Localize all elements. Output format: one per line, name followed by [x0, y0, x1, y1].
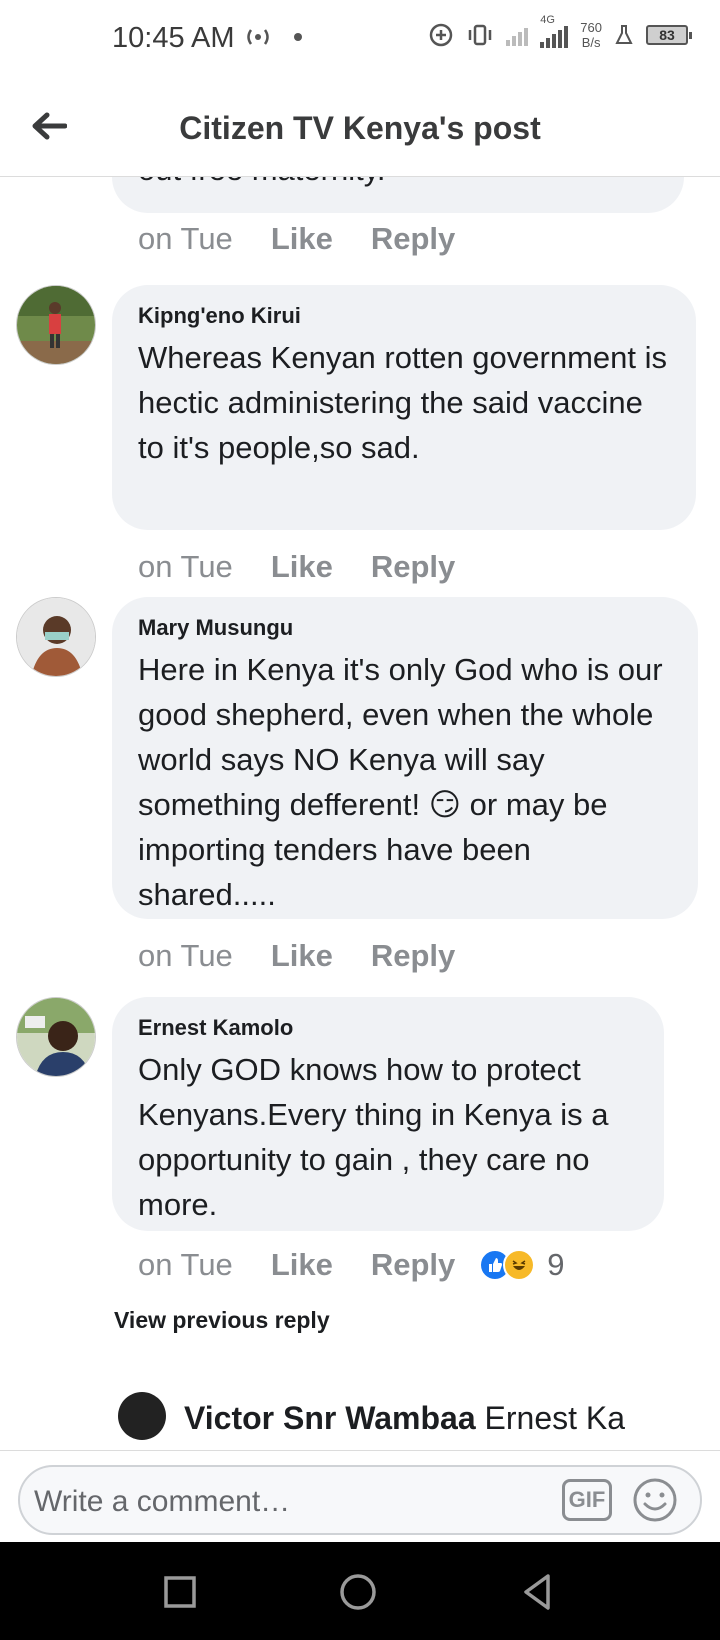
avatar[interactable]: [16, 285, 96, 365]
app-header: Citizen TV Kenya's post: [0, 82, 720, 177]
comment-author[interactable]: Kipng'eno Kirui: [138, 303, 670, 329]
view-previous-reply-link[interactable]: View previous reply: [114, 1307, 330, 1334]
comments-feed[interactable]: out free maternity. on Tue Like Reply Ki…: [0, 177, 720, 1450]
back-nav-button[interactable]: [516, 1570, 560, 1614]
haha-icon: [503, 1249, 536, 1281]
square-icon: [164, 1576, 196, 1608]
avatar-image: [17, 998, 95, 1076]
reply-button[interactable]: Reply: [371, 1247, 455, 1283]
comment-composer: Write a comment… GIF: [0, 1450, 720, 1542]
avatar-image: [17, 286, 95, 364]
reply-button[interactable]: Reply: [371, 938, 455, 974]
flask-icon: [615, 25, 633, 44]
status-system-icons: 4G 760 B/s 83: [428, 14, 692, 50]
status-time: 10:45 AM: [112, 22, 235, 54]
vibrate-icon: [469, 24, 492, 46]
comment-input[interactable]: Write a comment… GIF: [18, 1465, 702, 1535]
triangle-back-icon: [524, 1574, 550, 1610]
comment-bubble: Mary Musungu Here in Kenya it's only God…: [112, 597, 698, 919]
page-title: Citizen TV Kenya's post: [179, 110, 541, 146]
comment-author[interactable]: Ernest Kamolo: [138, 1015, 638, 1041]
comment-actions: on Tue Like Reply: [138, 221, 455, 257]
avatar[interactable]: [16, 597, 96, 677]
like-button[interactable]: Like: [271, 549, 333, 585]
comment-text: Here in Kenya it's only God who is our g…: [138, 647, 672, 917]
emoji-button[interactable]: [632, 1477, 678, 1523]
comment-actions: on Tue Like Reply 9: [138, 1247, 565, 1283]
reply-button[interactable]: Reply: [371, 221, 455, 257]
comment-actions: on Tue Like Reply: [138, 549, 455, 585]
circle-icon: [340, 1574, 376, 1610]
signal-sim2-icon: 4G: [540, 14, 569, 48]
like-button[interactable]: Like: [271, 938, 333, 974]
network-speed-value: 760: [580, 20, 602, 35]
status-bar: 10:45 AM 4G 760 B/s 83: [0, 0, 720, 82]
avatar[interactable]: [118, 1392, 166, 1440]
comment-text: Only GOD knows how to protect Kenyans.Ev…: [138, 1052, 609, 1222]
comment-time: on Tue: [138, 549, 233, 584]
system-navigation-bar: [0, 1542, 720, 1640]
dot-icon: [294, 33, 302, 41]
reply-button[interactable]: Reply: [371, 549, 455, 585]
reply-body: Ernest Ka: [484, 1400, 626, 1436]
status-notification-icons: [243, 26, 303, 48]
battery-indicator: 83: [646, 25, 692, 45]
smiley-icon: [633, 1478, 677, 1522]
home-button[interactable]: [336, 1570, 380, 1614]
comment-actions: on Tue Like Reply: [138, 938, 455, 974]
reply-item: Victor Snr Wambaa Ernest Ka: [118, 1390, 625, 1450]
comment-bubble: Ernest Kamolo Only GOD knows how to prot…: [112, 997, 664, 1231]
signal-sim1-icon: [506, 24, 529, 46]
recents-button[interactable]: [158, 1570, 202, 1614]
network-speed: 760 B/s: [580, 20, 602, 50]
comment-time: on Tue: [138, 938, 233, 973]
comment-time: on Tue: [138, 221, 233, 256]
comment-input-placeholder: Write a comment…: [34, 1485, 291, 1518]
reaction-summary[interactable]: 9: [479, 1247, 565, 1283]
avatar[interactable]: [16, 997, 96, 1077]
network-type-label: 4G: [540, 14, 555, 26]
comment-bubble: out free maternity.: [112, 177, 684, 213]
comment-text: out free maternity.: [138, 177, 386, 192]
data-saver-icon: [430, 23, 453, 47]
like-button[interactable]: Like: [271, 221, 333, 257]
comment-author[interactable]: Mary Musungu: [138, 615, 672, 641]
reaction-count: 9: [547, 1247, 565, 1282]
comment-text: Whereas Kenyan rotten government is hect…: [138, 340, 667, 465]
network-speed-unit: B/s: [581, 35, 601, 50]
like-button[interactable]: Like: [271, 1247, 333, 1283]
reply-text: Victor Snr Wambaa Ernest Ka: [184, 1400, 625, 1437]
reply-author[interactable]: Victor Snr Wambaa: [184, 1400, 476, 1436]
comment-bubble: Kipng'eno Kirui Whereas Kenyan rotten go…: [112, 285, 696, 530]
gif-button[interactable]: GIF: [562, 1479, 612, 1521]
avatar-image: [17, 598, 95, 676]
comment-time: on Tue: [138, 1247, 233, 1282]
hotspot-icon: [247, 29, 269, 45]
smirk-emoji-icon: 😏: [428, 787, 462, 822]
